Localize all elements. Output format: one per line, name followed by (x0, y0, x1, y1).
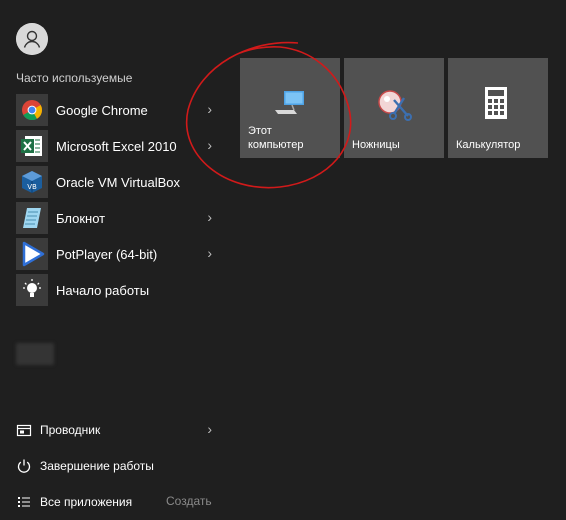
app-item-get-started[interactable]: Начало работы (16, 272, 222, 308)
computer-icon (272, 88, 308, 123)
file-explorer-icon (16, 422, 32, 438)
lightbulb-icon (16, 274, 48, 306)
frequent-apps-title: Часто используемые (16, 71, 133, 85)
shutdown-item[interactable]: Завершение работы (16, 448, 222, 484)
chevron-right-icon[interactable]: › (207, 245, 212, 261)
shutdown-label: Завершение работы (40, 459, 154, 473)
chevron-right-icon[interactable]: › (207, 209, 212, 225)
app-label: Начало работы (56, 282, 150, 298)
svg-text:VB: VB (27, 183, 37, 191)
tile-snipping-tool[interactable]: Ножницы (344, 58, 444, 158)
tile-label-line: Этот (248, 125, 272, 137)
chevron-right-icon[interactable]: › (207, 137, 212, 153)
file-explorer-label: Проводник (40, 423, 101, 437)
user-avatar[interactable] (16, 23, 48, 55)
tile-label: Калькулятор (456, 138, 520, 152)
tile-label-line: компьютер (248, 139, 304, 151)
potplayer-icon (16, 238, 48, 270)
blurred-item (16, 343, 54, 365)
virtualbox-icon: VB (16, 166, 48, 198)
list-icon (16, 494, 32, 510)
excel-icon (16, 130, 48, 162)
tile-label-line: Ножницы (352, 139, 400, 151)
chrome-icon (16, 94, 48, 126)
notepad-icon (16, 202, 48, 234)
chevron-right-icon[interactable]: › (207, 101, 212, 117)
app-item-potplayer[interactable]: PotPlayer (64-bit) › (16, 236, 222, 272)
app-label: PotPlayer (64-bit) (56, 246, 158, 262)
create-button[interactable]: Создать (166, 494, 212, 508)
frequent-app-list: Google Chrome › Microsoft Excel 2010 › V… (16, 92, 222, 308)
app-item-microsoft-excel[interactable]: Microsoft Excel 2010 › (16, 128, 222, 164)
scissors-icon (374, 88, 414, 127)
user-icon (16, 23, 48, 55)
left-pane: Часто используемые Google Chrome › Micro… (0, 0, 222, 517)
calculator-icon (484, 86, 508, 125)
app-item-virtualbox[interactable]: VB Oracle VM VirtualBox (16, 164, 222, 200)
file-explorer-item[interactable]: Проводник › (16, 412, 222, 448)
app-label: Oracle VM VirtualBox (56, 174, 181, 190)
app-item-google-chrome[interactable]: Google Chrome › (16, 92, 222, 128)
app-item-notepad[interactable]: Блокнот › (16, 200, 222, 236)
tile-calculator[interactable]: Калькулятор (448, 58, 548, 158)
app-label: Microsoft Excel 2010 (56, 138, 177, 154)
tile-label: Ножницы (352, 138, 400, 152)
all-apps-label: Все приложения (40, 495, 133, 509)
tile-label: Этот компьютер (248, 124, 303, 152)
chevron-right-icon[interactable]: › (207, 421, 212, 437)
power-icon (16, 458, 32, 474)
tile-this-pc[interactable]: Этот компьютер (240, 58, 340, 158)
app-label: Блокнот (56, 210, 106, 226)
app-label: Google Chrome (56, 102, 148, 118)
tile-label-line: Калькулятор (456, 139, 521, 151)
